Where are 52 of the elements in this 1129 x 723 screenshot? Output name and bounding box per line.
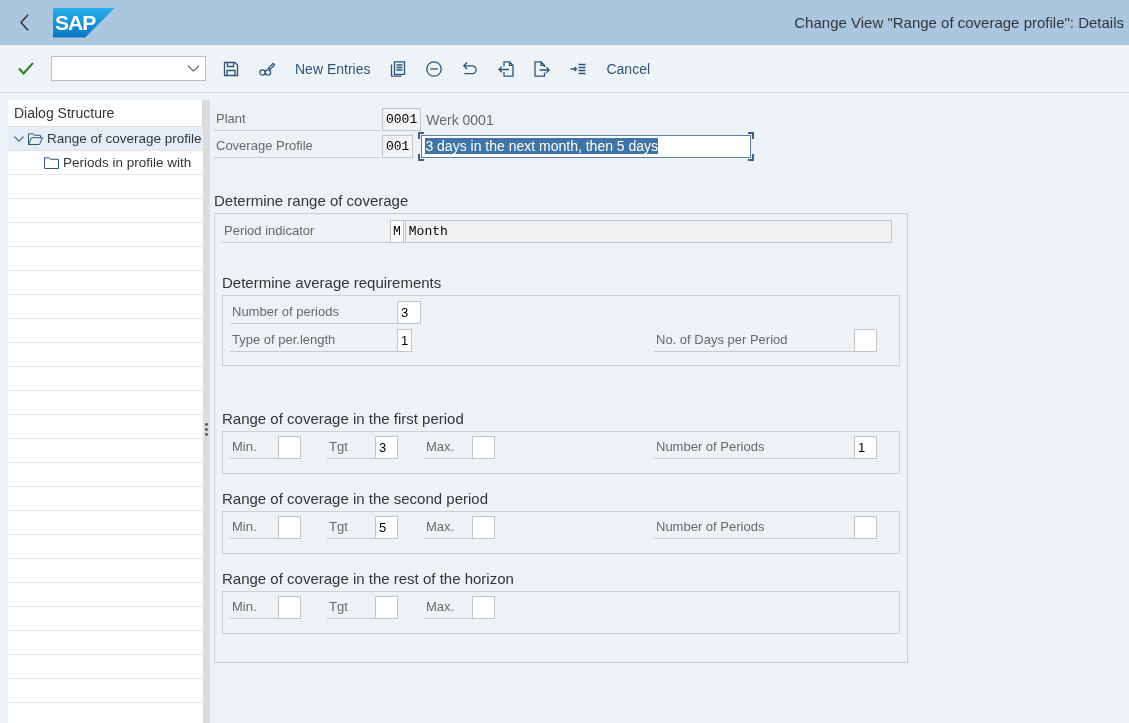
check-icon bbox=[18, 62, 34, 75]
minus-circle-icon bbox=[426, 60, 443, 77]
back-icon bbox=[19, 14, 29, 31]
input-field[interactable] bbox=[854, 516, 877, 539]
input-field[interactable] bbox=[472, 516, 495, 539]
display-field: 001 bbox=[382, 135, 414, 158]
undo-icon bbox=[462, 60, 479, 77]
display-field: 0001 bbox=[382, 108, 422, 131]
field-label: Plant bbox=[214, 108, 380, 131]
grip-icon[interactable] bbox=[205, 423, 208, 436]
input-field[interactable]: 1 bbox=[397, 329, 412, 352]
save-icon bbox=[223, 60, 239, 77]
input-field[interactable] bbox=[854, 329, 877, 352]
tree-item[interactable]: Range of coverage profile bbox=[8, 127, 203, 151]
back-button[interactable] bbox=[17, 12, 31, 33]
cancel-button[interactable]: Cancel bbox=[599, 53, 658, 84]
caret-icon bbox=[187, 65, 200, 72]
display-field: Month bbox=[404, 220, 892, 243]
input-field[interactable] bbox=[278, 516, 301, 539]
documents-icon bbox=[390, 60, 407, 77]
document-arrow-left-icon bbox=[498, 60, 515, 77]
input-field[interactable] bbox=[278, 596, 301, 619]
input-field[interactable] bbox=[472, 436, 495, 459]
section-title: Determine range of coverage bbox=[214, 191, 409, 211]
input-field[interactable]: 5 bbox=[375, 516, 398, 539]
input-field[interactable] bbox=[278, 436, 301, 459]
input-field[interactable]: 3 bbox=[375, 436, 398, 459]
field-description: Werk 0001 bbox=[426, 111, 494, 128]
section-title: Range of coverage in the rest of the horizon bbox=[222, 569, 514, 589]
field-label: No. of Days per Period bbox=[654, 329, 854, 352]
folder-icon bbox=[44, 156, 59, 169]
section-title: Range of coverage in the second period bbox=[222, 489, 488, 509]
logo: SAP bbox=[53, 7, 115, 38]
input-field[interactable]: 3 bbox=[397, 301, 421, 324]
section-title: Range of coverage in the first period bbox=[222, 409, 464, 429]
input-field[interactable] bbox=[472, 596, 495, 619]
field-label: Number of Periods bbox=[654, 436, 854, 459]
input-field[interactable]: M bbox=[390, 220, 404, 243]
input-field[interactable]: 3 days in the next month, then 5 days bbox=[418, 132, 755, 161]
command-field[interactable] bbox=[51, 56, 206, 81]
chevron-down-icon[interactable] bbox=[14, 135, 24, 142]
new-entries-button[interactable]: New Entries bbox=[288, 53, 378, 84]
section-title: Determine average requirements bbox=[222, 273, 442, 293]
input-field[interactable]: 1 bbox=[854, 436, 877, 459]
folder-open-icon bbox=[28, 132, 43, 145]
field-label: Number of Periods bbox=[654, 516, 854, 539]
glasses-pencil-icon bbox=[259, 60, 275, 77]
input-field[interactable] bbox=[375, 596, 398, 619]
tree-item[interactable]: Periods in profile with bbox=[8, 151, 203, 175]
field-label: Coverage Profile bbox=[214, 135, 380, 158]
window-title: Change View "Range of coverage profile": Details bbox=[794, 14, 1124, 31]
document-arrow-right-icon bbox=[534, 60, 551, 77]
